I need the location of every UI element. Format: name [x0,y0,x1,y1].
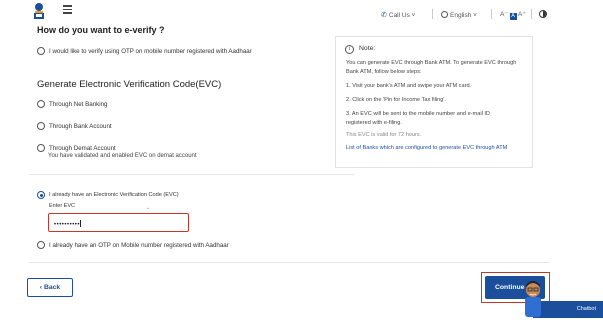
radio-have-otp[interactable] [37,241,45,249]
language-label: English [450,12,472,19]
radio-bank-account[interactable] [37,122,45,130]
radio-demat-account[interactable] [37,144,45,152]
page-title: How do you want to e-verify ? [37,25,165,35]
text-cursor [80,220,82,227]
radio-have-evc[interactable] [37,191,45,199]
note-step-2: 2. Click on the 'Pin for Income Tax fili… [346,97,446,103]
call-us-button[interactable]: ✆ Call Us ˅ [381,11,415,19]
menu-icon[interactable] [63,5,72,14]
option-demat-account-label[interactable]: Through Demat Account [49,145,116,152]
divider [491,9,492,19]
note-step-1: 1. Visit your bank's ATM and swipe your … [346,83,472,89]
emblem-logo[interactable] [32,2,46,20]
radio-net-banking[interactable] [37,100,45,108]
contrast-icon[interactable] [539,10,547,18]
font-increase-button[interactable]: A⁺ [518,11,526,18]
option-have-evc-label[interactable]: I already have an Electronic Verificatio… [49,192,179,198]
footer-divider [29,262,549,263]
top-bar: ✆ Call Us ˅ English ˅ A⁻ A A⁺ [0,0,603,24]
chatbot-label: Chatbot [576,306,596,312]
chatbot-avatar-icon[interactable] [522,277,544,317]
section-divider [29,174,354,175]
font-decrease-button[interactable]: A⁻ [500,11,508,18]
note-validity: This EVC is valid for 72 hours. [346,132,422,138]
enter-evc-label: Enter EVC [49,203,75,209]
option-aadhaar-otp-label[interactable]: I would like to verify using OTP on mobi… [49,48,252,55]
note-intro: You can generate EVC through Bank ATM. T… [346,60,517,75]
evc-heading: Generate Electronic Verification Code(EV… [37,79,222,90]
note-title: Note: [359,45,376,52]
language-selector[interactable]: English ˅ [441,11,477,19]
font-size-controls[interactable]: A⁻ A A⁺ [500,10,526,20]
option-bank-account-label[interactable]: Through Bank Account [49,123,112,130]
evc-input-value: •••••••••• [54,222,81,228]
back-button[interactable]: ‹ Back [27,278,73,297]
divider [432,9,433,19]
evc-input[interactable]: •••••••••• [48,213,189,232]
note-step-3: 3. An EVC will be sent to the mobile num… [346,111,490,126]
option-have-otp-label[interactable]: I already have an OTP on Mobile number r… [49,242,229,249]
option-net-banking-label[interactable]: Through Net Banking [49,101,107,108]
chevron-down-icon: ⌄ [146,205,151,211]
radio-aadhaar-otp[interactable] [37,47,45,55]
phone-icon: ✆ [381,12,387,19]
call-us-label: Call Us [388,12,410,19]
globe-icon [441,11,448,18]
demat-note: You have validated and enabled EVC on de… [48,153,197,159]
divider [531,9,532,19]
info-icon: i [345,45,354,54]
font-normal-button[interactable]: A [509,13,517,20]
banks-list-link[interactable]: List of Banks which are configured to ge… [346,144,526,153]
